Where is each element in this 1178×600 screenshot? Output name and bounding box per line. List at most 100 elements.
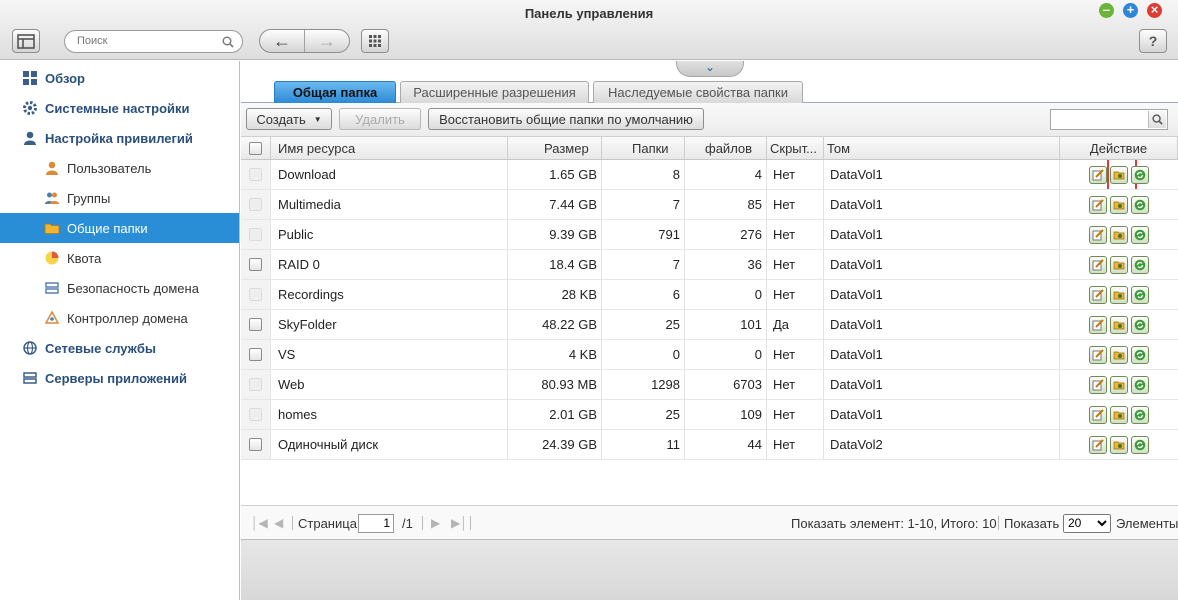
- apps-button[interactable]: [361, 29, 389, 53]
- minimize-icon[interactable]: –: [1099, 3, 1114, 18]
- folder-permissions-icon[interactable]: [1110, 195, 1128, 214]
- table-row[interactable]: Public 9.39 GB 791 276 Нет DataVol1: [241, 220, 1178, 250]
- table-row[interactable]: Одиночный диск 24.39 GB 11 44 Нет DataVol2: [241, 430, 1178, 460]
- global-search-input[interactable]: [77, 35, 217, 47]
- folder-permissions-icon[interactable]: [1110, 345, 1128, 364]
- edit-icon[interactable]: [1089, 375, 1107, 394]
- table-search-input[interactable]: [1054, 112, 1144, 127]
- refresh-icon[interactable]: [1131, 315, 1149, 334]
- forward-arrow-icon[interactable]: →: [304, 30, 349, 52]
- sidebar-item[interactable]: Сетевые службы: [0, 333, 239, 363]
- per-page-select[interactable]: 20: [1063, 513, 1111, 533]
- sidebar-item[interactable]: Пользователь: [0, 153, 239, 183]
- table-row[interactable]: VS 4 KB 0 0 Нет DataVol1: [241, 340, 1178, 370]
- refresh-icon[interactable]: [1131, 195, 1149, 214]
- row-checkbox[interactable]: [249, 288, 262, 301]
- sidebar-item[interactable]: Безопасность домена: [0, 273, 239, 303]
- row-checkbox[interactable]: [249, 408, 262, 421]
- table-row[interactable]: Web 80.93 MB 1298 6703 Нет DataVol1: [241, 370, 1178, 400]
- folder-permissions-icon[interactable]: [1110, 315, 1128, 334]
- pagination-bar: │◀ ◀ Страница /1 ▶ ▶│ Показать элемент: …: [241, 505, 1178, 539]
- row-checkbox[interactable]: [249, 258, 262, 271]
- restore-defaults-button[interactable]: Восстановить общие папки по умолчанию: [428, 108, 704, 130]
- edit-icon[interactable]: [1089, 255, 1107, 274]
- edit-icon[interactable]: [1089, 345, 1107, 364]
- back-arrow-icon[interactable]: ←: [260, 30, 304, 52]
- refresh-icon[interactable]: [1131, 165, 1149, 184]
- table-row[interactable]: homes 2.01 GB 25 109 Нет DataVol1: [241, 400, 1178, 430]
- sidebar-item[interactable]: Группы: [0, 183, 239, 213]
- refresh-icon[interactable]: [1131, 345, 1149, 364]
- folder-permissions-icon[interactable]: [1110, 225, 1128, 244]
- tab-shared-folder[interactable]: Общая папка: [274, 81, 396, 103]
- refresh-icon[interactable]: [1131, 375, 1149, 394]
- edit-icon[interactable]: [1089, 315, 1107, 334]
- page-number-input[interactable]: [358, 513, 394, 533]
- row-checkbox[interactable]: [249, 438, 262, 451]
- folder-permissions-icon[interactable]: [1110, 435, 1128, 454]
- col-size-header[interactable]: Размер: [508, 137, 602, 159]
- row-checkbox[interactable]: [249, 228, 262, 241]
- col-hidden-header[interactable]: Скрыт...: [767, 137, 824, 159]
- search-icon[interactable]: [222, 36, 234, 48]
- server-icon: [22, 370, 38, 386]
- folder-permissions-icon[interactable]: [1107, 160, 1137, 189]
- first-page-icon[interactable]: │◀: [251, 506, 268, 540]
- sidebar-item[interactable]: Общие папки: [0, 213, 239, 243]
- edit-icon[interactable]: [1089, 165, 1107, 184]
- select-all-checkbox[interactable]: [249, 141, 262, 155]
- cell-files: 85: [685, 190, 767, 219]
- sidebar-item[interactable]: Серверы приложений: [0, 363, 239, 393]
- edit-icon[interactable]: [1089, 225, 1107, 244]
- col-volume-header[interactable]: Том: [824, 137, 1060, 159]
- table-row[interactable]: SkyFolder 48.22 GB 25 101 Да DataVol1: [241, 310, 1178, 340]
- edit-icon[interactable]: [1089, 285, 1107, 304]
- folder-permissions-icon[interactable]: [1110, 255, 1128, 274]
- folder-permissions-icon[interactable]: [1110, 285, 1128, 304]
- edit-icon[interactable]: [1089, 435, 1107, 454]
- edit-icon[interactable]: [1089, 195, 1107, 214]
- create-button[interactable]: Создать ▼: [246, 108, 332, 130]
- global-search[interactable]: [64, 30, 243, 53]
- col-folders-header[interactable]: Папки: [602, 137, 685, 159]
- table-search[interactable]: [1050, 109, 1168, 130]
- tab-advanced-permissions[interactable]: Расширенные разрешения: [400, 81, 589, 103]
- collapse-chevron-icon[interactable]: ⌄: [676, 61, 744, 77]
- cell-files: 6703: [685, 370, 767, 399]
- close-icon[interactable]: ×: [1147, 3, 1162, 18]
- refresh-icon[interactable]: [1131, 255, 1149, 274]
- sidebar-item[interactable]: Системные настройки: [0, 93, 239, 123]
- row-checkbox[interactable]: [249, 348, 262, 361]
- table-row[interactable]: Download 1.65 GB 8 4 Нет DataVol1: [241, 160, 1178, 190]
- last-page-icon[interactable]: ▶│: [451, 506, 468, 540]
- maximize-icon[interactable]: +: [1123, 3, 1138, 18]
- sidebar-item[interactable]: Контроллер домена: [0, 303, 239, 333]
- col-name-header[interactable]: Имя ресурса: [271, 137, 508, 159]
- sidebar-item[interactable]: Обзор: [0, 63, 239, 93]
- row-checkbox[interactable]: [249, 168, 262, 181]
- refresh-icon[interactable]: [1131, 225, 1149, 244]
- row-checkbox[interactable]: [249, 198, 262, 211]
- tab-inherited-properties[interactable]: Наследуемые свойства папки: [593, 81, 803, 103]
- table-row[interactable]: Recordings 28 KB 6 0 Нет DataVol1: [241, 280, 1178, 310]
- refresh-icon[interactable]: [1131, 285, 1149, 304]
- refresh-icon[interactable]: [1131, 435, 1149, 454]
- table-row[interactable]: Multimedia 7.44 GB 7 85 Нет DataVol1: [241, 190, 1178, 220]
- table-row[interactable]: RAID 0 18.4 GB 7 36 Нет DataVol1: [241, 250, 1178, 280]
- row-checkbox[interactable]: [249, 318, 262, 331]
- sidebar-item[interactable]: Квота: [0, 243, 239, 273]
- delete-button[interactable]: Удалить: [339, 108, 421, 130]
- help-button[interactable]: ?: [1139, 29, 1167, 53]
- search-icon[interactable]: [1148, 111, 1166, 128]
- edit-icon[interactable]: [1089, 405, 1107, 424]
- folder-permissions-icon[interactable]: [1110, 405, 1128, 424]
- folder-permissions-icon[interactable]: [1110, 375, 1128, 394]
- refresh-icon[interactable]: [1131, 405, 1149, 424]
- prev-page-icon[interactable]: ◀: [274, 506, 283, 540]
- row-checkbox[interactable]: [249, 378, 262, 391]
- sidebar-item-label: Сетевые службы: [45, 340, 157, 356]
- sidebar-toggle-button[interactable]: [12, 29, 40, 53]
- sidebar-item[interactable]: Настройка привилегий: [0, 123, 239, 153]
- col-files-header[interactable]: файлов: [685, 137, 767, 159]
- next-page-icon[interactable]: ▶: [431, 506, 440, 540]
